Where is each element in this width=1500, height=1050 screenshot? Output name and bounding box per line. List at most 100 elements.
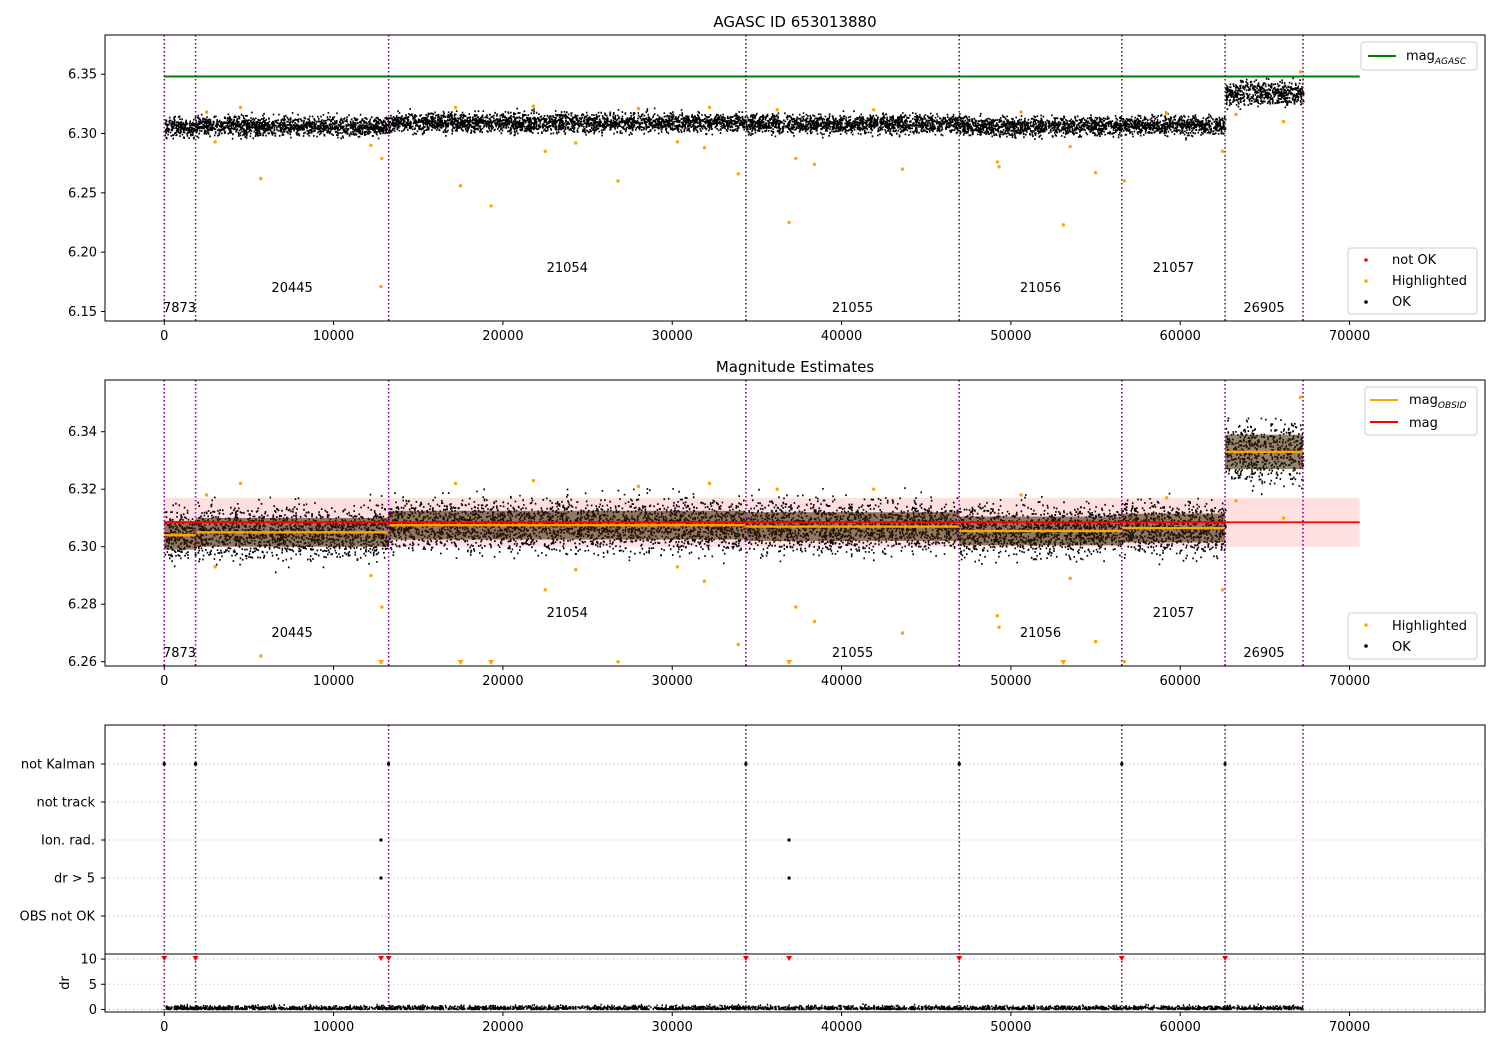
panel1-obsid-label: 7873	[163, 301, 196, 316]
panel1-ok-points	[164, 76, 1305, 141]
panel1-highlighted-point	[794, 156, 798, 161]
panel2-obsid-label: 7873	[163, 646, 196, 661]
panel2-ytick-label: 6.26	[68, 655, 97, 670]
panel1-highlighted-point	[787, 220, 791, 225]
panel2-out-of-range-marker	[378, 660, 384, 665]
panel1-xtick-label: 50000	[990, 329, 1031, 344]
panel2-obsid-label: 21057	[1153, 606, 1194, 621]
panel2-obsid-label: 20445	[271, 626, 312, 641]
panel2-out-of-range-marker	[786, 660, 793, 665]
panel1-highlighted-point	[574, 141, 578, 145]
panel2-highlighted-point	[1234, 499, 1238, 503]
panel3-dr-out-of-range-marker	[385, 956, 392, 962]
legend-mag: mag	[1409, 416, 1438, 431]
panel1-obsid-label: 26905	[1243, 301, 1284, 316]
panel2-obsid-label: 26905	[1243, 646, 1284, 661]
panel2-highlighted-point	[1164, 496, 1169, 500]
panel2-obsid-label: 21055	[832, 646, 873, 661]
panel1-highlighted-point	[543, 149, 547, 153]
panel3-dr-out-of-range-marker	[742, 956, 749, 962]
panel2-highlighted-point	[204, 493, 209, 497]
panel1-highlighted-point	[369, 143, 373, 148]
panel2-legend-top: magOBSID mag	[1364, 386, 1478, 436]
panel1-highlighted-point	[995, 160, 1000, 164]
panel1-highlighted-point	[1281, 119, 1286, 124]
panel3-xtick-label: 70000	[1329, 1020, 1370, 1035]
panel2-highlighted-point	[775, 487, 779, 491]
legend2-highlighted: Highlighted	[1392, 619, 1467, 634]
panel2-xtick-label: 70000	[1329, 674, 1370, 689]
panel2-legend-bottom: Highlighted OK	[1347, 612, 1478, 660]
panel3-xtick-label: 0	[160, 1020, 168, 1035]
panel2-xtick-label: 10000	[313, 674, 354, 689]
panel1-highlighted-point	[1093, 170, 1098, 175]
panel3-xtick-label: 30000	[652, 1020, 693, 1035]
panel1-highlighted-point	[259, 176, 263, 181]
panel1-highlighted-point	[1061, 223, 1066, 227]
panel2-ytick-label: 6.32	[68, 483, 97, 498]
panel1-xtick-label: 30000	[652, 329, 693, 344]
panel2-obsid-label: 21056	[1020, 626, 1061, 641]
panel3-category-label: not Kalman	[21, 758, 95, 773]
panel1-frame	[104, 34, 1486, 322]
panel1-title: AGASC ID 653013880	[713, 13, 876, 31]
panel1-highlighted-point	[453, 105, 458, 110]
panel3-dr-out-of-range-marker	[1118, 956, 1125, 962]
panel1-highlighted-point	[531, 104, 536, 108]
panel1-obsid-label: 21054	[547, 261, 588, 276]
panel1-highlighted-point	[1122, 179, 1127, 183]
panel3-flag-point	[379, 876, 383, 880]
panel2-out-of-range-marker	[457, 660, 464, 665]
panel3-category-label: dr > 5	[54, 872, 95, 887]
panel3-flag-point	[379, 838, 383, 842]
panel2-highlighted-point	[543, 588, 547, 592]
panel1-highlighted-point	[204, 110, 209, 114]
panel2-highlighted-point	[995, 613, 1000, 618]
panel1-highlighted-point	[238, 105, 243, 110]
panel1-highlighted-point	[900, 167, 905, 171]
panel1-highlighted-point	[1234, 112, 1238, 117]
panel2-ytick-label: 6.30	[68, 540, 97, 555]
panel1-highlighted-point	[458, 184, 463, 188]
panel3-xtick-label: 10000	[313, 1020, 354, 1035]
panel3-dr-out-of-range-marker	[786, 956, 793, 962]
panel1-ytick-label: 6.20	[68, 246, 97, 261]
panel1-xtick-label: 40000	[821, 329, 862, 344]
panel2-highlighted-point	[531, 478, 536, 483]
legend-not-ok: not OK	[1392, 253, 1437, 268]
panel2-highlighted-point	[380, 605, 384, 609]
panel2-out-of-range-marker	[1060, 660, 1067, 665]
panel2-title: Magnitude Estimates	[716, 358, 874, 376]
panel1-highlighted-point	[616, 179, 620, 183]
legend-ok: OK	[1392, 295, 1411, 310]
panel3-flag-point	[787, 838, 791, 842]
panel3-xtick-label: 20000	[482, 1020, 523, 1035]
panel1-highlighted-point	[812, 162, 817, 167]
legend-highlighted: Highlighted	[1392, 274, 1467, 289]
panel1-ytick-label: 6.15	[68, 305, 97, 320]
panel1-highlighted-point	[872, 108, 876, 112]
panel1-ytick-label: 6.35	[68, 68, 97, 83]
panel2-highlighted-point	[453, 481, 458, 486]
panel3-dr-out-of-range-marker	[1222, 956, 1229, 962]
panel3-dr-points	[165, 1003, 1304, 1011]
panel3-plot-area	[105, 725, 1485, 1012]
panel2-out-of-range-marker	[488, 660, 495, 665]
panel1-highlighted-point	[1164, 111, 1169, 116]
panel2-highlighted-point	[1068, 576, 1072, 581]
panel2-highlighted-point	[702, 579, 707, 583]
panel3-xtick-label: 60000	[1160, 1020, 1201, 1035]
panel2-highlighted-point	[369, 573, 373, 578]
dr-axis-label: dr	[58, 976, 73, 990]
panel3-dr-tick-label: 0	[89, 1003, 97, 1018]
panel3-category-label: OBS not OK	[20, 910, 96, 925]
panel2-highlighted-point	[259, 654, 263, 658]
panel1-xtick-label: 10000	[313, 329, 354, 344]
panel1-highlighted-point	[736, 172, 740, 176]
legend2-ok: OK	[1392, 640, 1411, 655]
panel2-highlighted-point	[574, 568, 578, 572]
panel2-ytick-label: 6.34	[68, 425, 97, 440]
panel1-highlighted-point	[1220, 149, 1225, 153]
panel2-highlighted-point	[707, 481, 712, 486]
panel2-highlighted-point	[616, 659, 620, 664]
